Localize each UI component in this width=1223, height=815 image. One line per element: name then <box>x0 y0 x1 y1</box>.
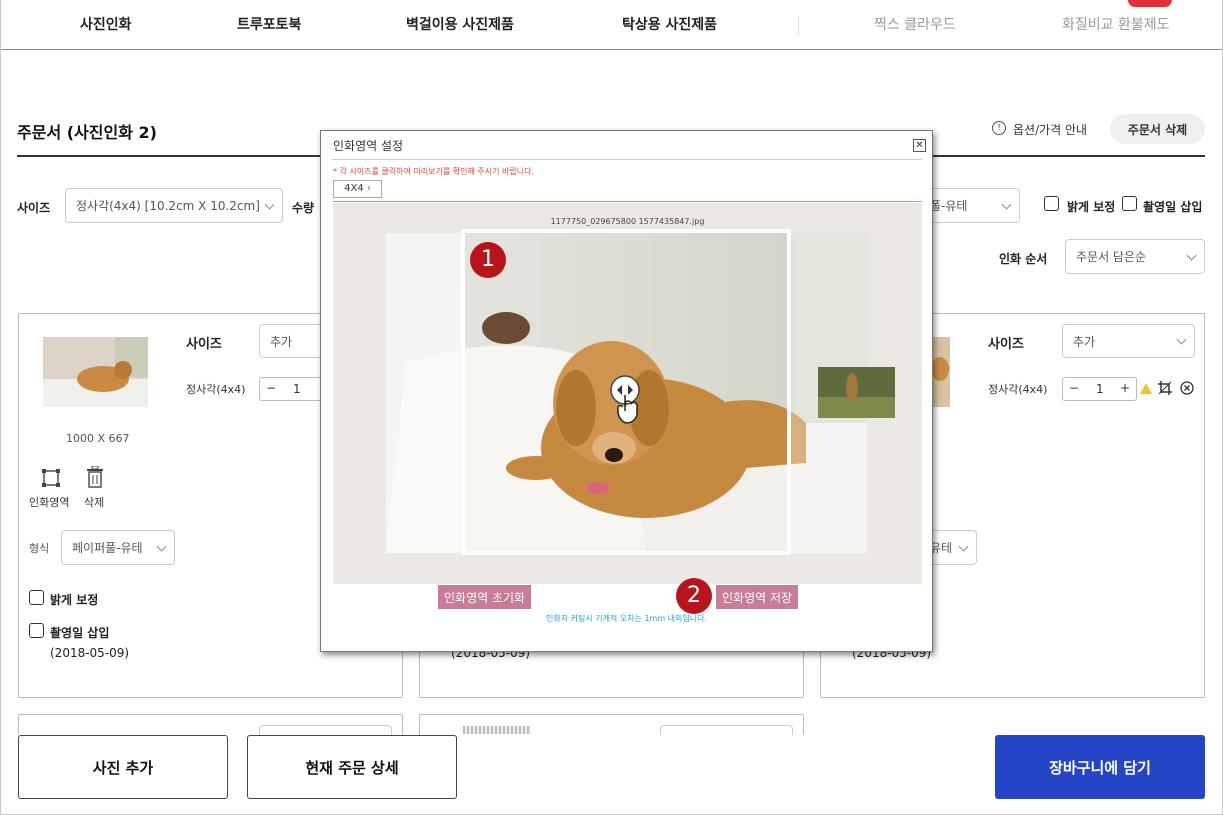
add-to-cart-button[interactable]: 장바구니에 담기 <box>995 735 1205 799</box>
warning-icon <box>1140 383 1152 394</box>
chevron-right-icon: › <box>366 183 371 194</box>
increment-button[interactable]: + <box>1120 381 1130 395</box>
card-brighten-checkbox[interactable] <box>29 590 44 605</box>
card-date-checkbox[interactable] <box>29 623 44 638</box>
chevron-down-icon <box>264 199 275 210</box>
preview-filename: 1177750_029675800 1577435847.jpg <box>550 217 705 226</box>
card-date-value: (2018-05-09) <box>50 646 130 660</box>
option-price-guide-link[interactable]: 옵션/가격 안내 <box>1013 121 1087 138</box>
card-size-select[interactable]: 추가 <box>1062 324 1195 358</box>
quantity-value: 1 <box>1096 382 1104 396</box>
quantity-label: 수량 <box>292 201 315 215</box>
date-insert-checkbox[interactable] <box>1122 196 1137 211</box>
photo-resolution: 1000 X 667 <box>66 432 130 445</box>
nav-quality-refund[interactable]: 화질비교 환불제도 <box>1062 14 1170 34</box>
card-size-select-value: 추가 <box>270 334 293 349</box>
info-icon[interactable]: ! <box>992 121 1006 135</box>
close-icon[interactable]: ✕ <box>913 139 926 152</box>
size-label: 사이즈 <box>17 201 51 215</box>
size-tab-label: 4X4 <box>344 183 364 194</box>
delete-label[interactable]: 삭제 <box>84 494 104 510</box>
trash-icon[interactable] <box>85 466 105 488</box>
nav-desk-products[interactable]: 탁상용 사진제품 <box>622 14 717 34</box>
nav-divider <box>798 16 799 34</box>
card-brighten-label: 밝게 보정 <box>50 593 99 607</box>
move-cursor-icon[interactable] <box>610 375 646 425</box>
decrement-button[interactable]: − <box>1069 381 1079 395</box>
format-label: 형식 <box>29 542 50 555</box>
photo-thumbnail[interactable] <box>43 337 148 407</box>
date-insert-label: 촬영일 삽입 <box>1143 200 1203 214</box>
chevron-down-icon <box>156 541 167 552</box>
close-circle-icon[interactable] <box>1180 381 1194 395</box>
decrement-button[interactable]: − <box>266 381 276 395</box>
step-badge-2: 2 <box>676 578 712 614</box>
chevron-down-icon <box>958 541 969 552</box>
crop-icon[interactable] <box>41 468 61 488</box>
chevron-down-icon <box>1186 250 1197 261</box>
photo-thumbnail[interactable] <box>463 726 531 734</box>
dialog-footer-note: 인화지 커팅시 기계적 오차는 1mm 내외입니다. <box>545 614 708 623</box>
card-size-label: 사이즈 <box>988 337 1024 352</box>
print-area-dialog: 인화영역 설정 ✕ * 각 사이즈를 클릭하여 미리보기를 확인해 주시기 바랍… <box>320 130 933 652</box>
print-order-value: 주문서 담은순 <box>1076 250 1147 264</box>
dimmed-region-left <box>386 233 461 553</box>
chevron-down-icon <box>1001 199 1012 210</box>
card-format-value: 페이퍼풀-유테 <box>72 541 143 555</box>
size-select[interactable]: 정사각(4x4) [10.2cm X 10.2cm] <box>65 188 283 223</box>
brighten-label: 밝게 보정 <box>1067 200 1116 214</box>
photo-thumbnail[interactable] <box>930 337 950 407</box>
card-date-label: 촬영일 삽입 <box>50 626 110 640</box>
reset-print-area-button[interactable]: 인화영역 초기화 <box>438 585 532 609</box>
nav-wall-products[interactable]: 벽걸이용 사진제품 <box>406 14 514 34</box>
crop-icon[interactable] <box>1157 380 1173 396</box>
format-select[interactable]: 폴-유테 <box>920 188 1020 223</box>
nav-true-photobook[interactable]: 트루포토북 <box>237 14 301 34</box>
notification-tab <box>1128 0 1172 7</box>
size-select-value: 정사각(4x4) [10.2cm X 10.2cm] <box>76 199 260 213</box>
order-detail-button[interactable]: 현재 주문 상세 <box>247 735 457 799</box>
chevron-down-icon <box>1176 334 1187 345</box>
save-print-area-button[interactable]: 인화영역 저장 <box>716 585 799 609</box>
quantity-stepper[interactable]: − 1 <box>259 377 329 401</box>
mini-preview-image <box>818 367 895 418</box>
print-order-select[interactable]: 주문서 담은순 <box>1065 239 1205 274</box>
quantity-stepper[interactable]: − 1 + <box>1062 377 1137 401</box>
preview-stage: 1177750_029675800 1577435847.jpg <box>333 203 922 584</box>
tab-underline <box>333 201 922 202</box>
order-title: 주문서 (사진인화 2) <box>17 123 157 142</box>
top-nav: 사진인화 트루포토북 벽걸이용 사진제품 탁상용 사진제품 찍스 클라우드 화질… <box>0 0 1223 50</box>
delete-order-button[interactable]: 주문서 삭제 <box>1110 114 1205 144</box>
dialog-notice: * 각 사이즈를 클릭하여 미리보기를 확인해 주시기 바랍니다. <box>333 167 534 176</box>
format-select-value: 폴-유테 <box>930 199 968 213</box>
dialog-divider <box>332 159 922 160</box>
add-photo-button[interactable]: 사진 추가 <box>18 735 228 799</box>
nav-photo-print[interactable]: 사진인화 <box>80 14 132 34</box>
card-format-value: 유테 <box>930 541 953 555</box>
quantity-value: 1 <box>293 382 301 396</box>
card-size-select[interactable]: 추가 <box>259 324 329 358</box>
card-format-select[interactable]: 페이퍼풀-유테 <box>61 530 175 565</box>
size-tab-4x4[interactable]: 4X4 › <box>333 180 382 198</box>
nav-zzixx-cloud[interactable]: 찍스 클라우드 <box>874 14 956 34</box>
step-badge-1: 1 <box>470 242 506 278</box>
print-area-label[interactable]: 인화영역 <box>29 494 69 510</box>
card-spec: 정사각(4x4) <box>186 383 246 396</box>
card-spec: 정사각(4x4) <box>988 383 1048 396</box>
brighten-checkbox[interactable] <box>1044 196 1059 211</box>
card-size-select-value: 추가 <box>1073 334 1096 349</box>
dialog-title: 인화영역 설정 <box>333 139 404 153</box>
card-size-label: 사이즈 <box>186 337 222 352</box>
print-order-label: 인화 순서 <box>999 252 1048 266</box>
